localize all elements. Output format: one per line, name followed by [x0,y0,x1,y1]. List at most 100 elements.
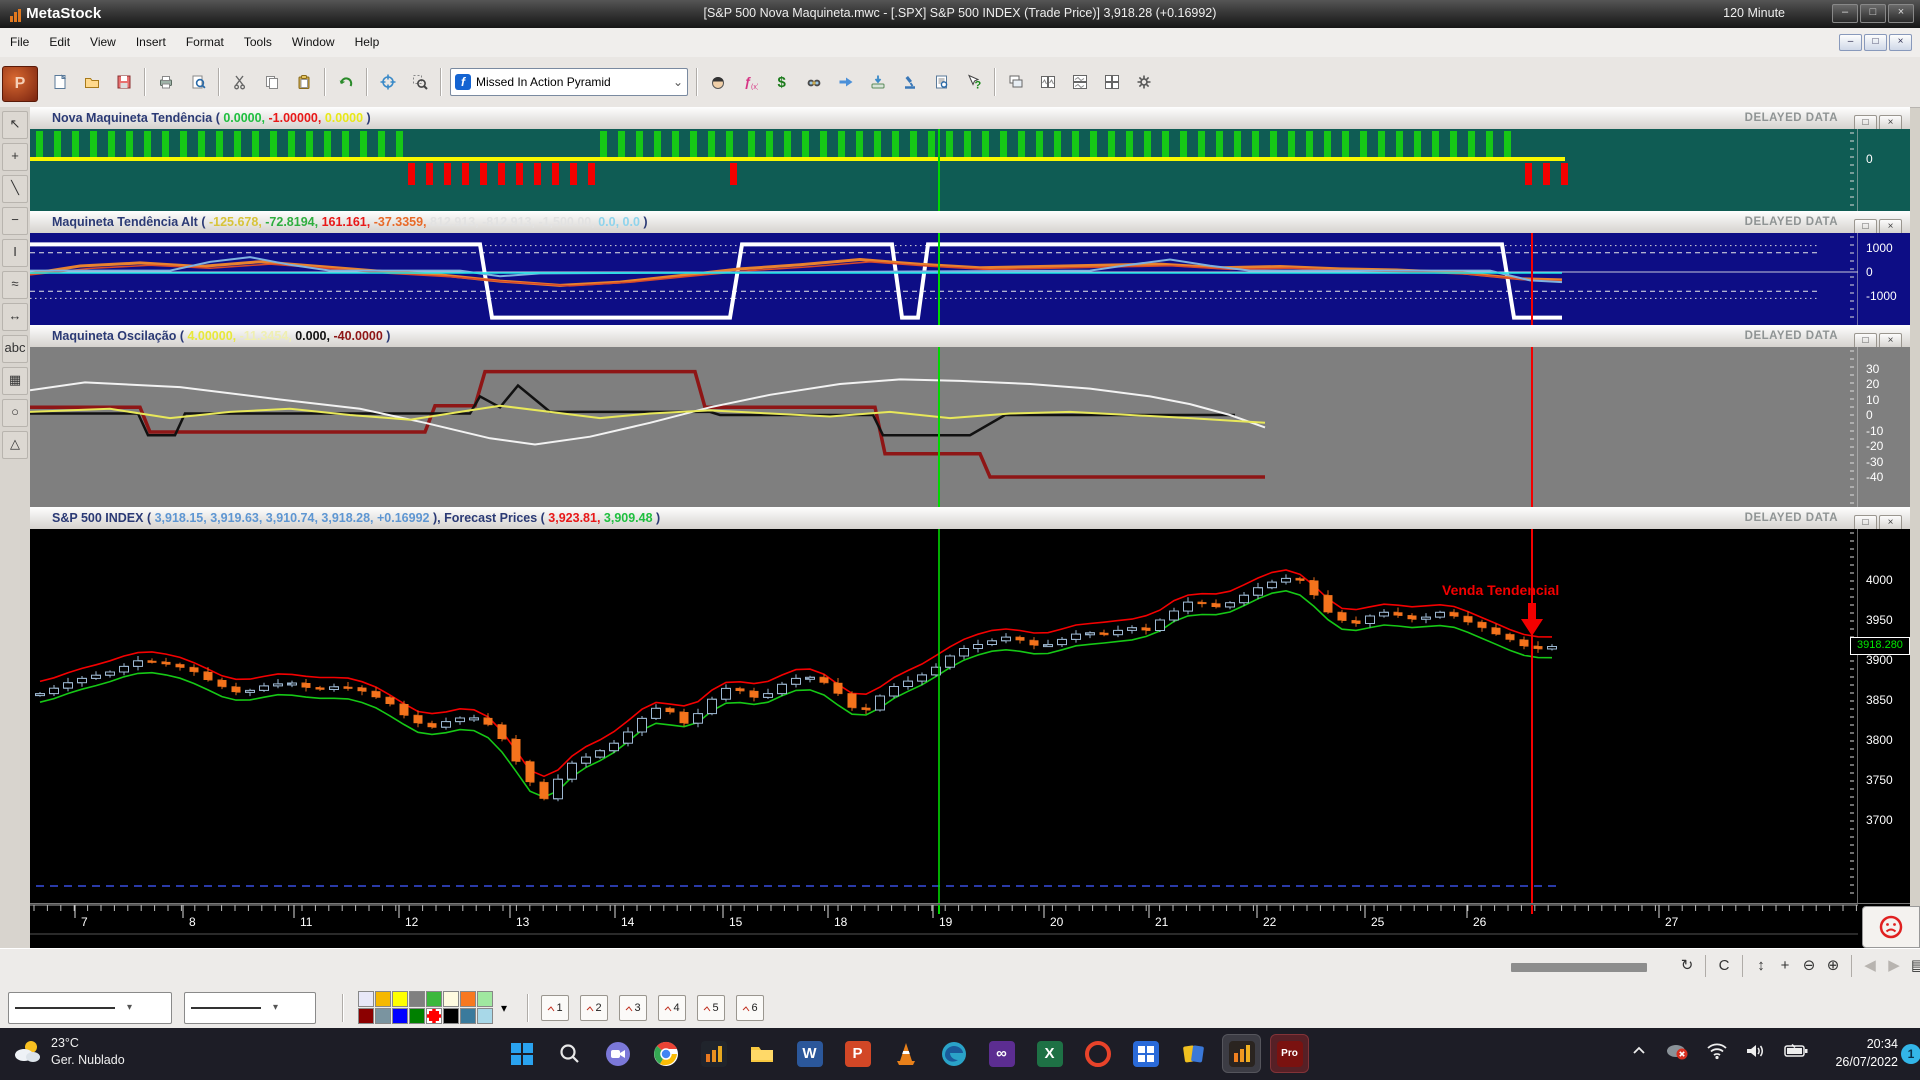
mdi-minimize-button[interactable]: – [1839,34,1862,51]
open-button[interactable] [77,67,107,97]
layout-button-3[interactable]: 3 [619,995,647,1021]
taskbar-app-metastock-downloader[interactable] [695,1035,732,1072]
taskbar-app-browser-red[interactable] [1079,1035,1116,1072]
expert-advisor-button[interactable]: $ [767,67,797,97]
onedrive-error-icon[interactable] [1665,1041,1689,1064]
data-window-button[interactable]: ▤ [1906,954,1920,978]
forward-button[interactable]: ▶ [1882,954,1906,978]
text-tool[interactable]: abc [2,335,28,363]
save-button[interactable] [109,67,139,97]
notification-badge[interactable]: 1 [1901,1044,1920,1064]
cut-button[interactable] [225,67,255,97]
panel-chart-trend[interactable]: 0 [30,129,1910,211]
pan-button[interactable]: + [1773,954,1797,978]
color-swatch[interactable] [477,991,493,1007]
color-swatch[interactable] [426,991,442,1007]
taskbar-app-edge[interactable] [935,1035,972,1072]
paste-button[interactable] [289,67,319,97]
triangle-tool[interactable]: △ [2,431,28,459]
line-style-dropdown[interactable]: ▾ [184,992,316,1024]
line-style-dropdown[interactable]: ▾ [8,992,172,1024]
menu-file[interactable]: File [0,28,39,57]
panel-close-button[interactable]: × [1879,515,1902,530]
color-swatch[interactable] [443,1008,459,1024]
chevron-up-icon[interactable] [1630,1042,1648,1063]
taskbar-app-visual-studio[interactable]: ∞ [983,1035,1020,1072]
taskbar-clock[interactable]: 20:34 26/07/2022 [1806,1035,1898,1071]
new-chart-button[interactable] [45,67,75,97]
color-swatch[interactable] [375,1008,391,1024]
tile-horizontal-button[interactable] [1065,67,1095,97]
forecast-arrow-button[interactable] [831,67,861,97]
report-button[interactable] [927,67,957,97]
system-tester-button[interactable] [895,67,925,97]
close-button[interactable]: × [1888,4,1914,23]
indicator-builder-button[interactable]: ƒ(x) [735,67,765,97]
scan-button[interactable] [799,67,829,97]
wifi-icon[interactable] [1706,1042,1728,1063]
panel-maximize-button[interactable]: □ [1854,333,1877,348]
menu-format[interactable]: Format [176,28,234,57]
taskbar-app-cards-app[interactable] [1175,1035,1212,1072]
color-swatch[interactable] [443,991,459,1007]
copy-button[interactable] [257,67,287,97]
explorer-button[interactable] [703,67,733,97]
zoom-in-button[interactable]: ⊕ [1821,954,1845,978]
taskbar-app-metastock[interactable] [1223,1035,1260,1072]
template-dropdown[interactable]: fMissed In Action Pyramid⌄ [450,68,688,96]
taskbar-app-file-explorer[interactable] [743,1035,780,1072]
trendline-tool[interactable]: ╲ [2,175,28,203]
ellipse-tool[interactable]: ○ [2,399,28,427]
color-swatch[interactable] [477,1008,493,1024]
color-swatch[interactable] [358,991,374,1007]
zoom-out-button[interactable]: ⊖ [1797,954,1821,978]
menu-insert[interactable]: Insert [126,28,176,57]
taskbar-app-powerpoint[interactable]: P [839,1035,876,1072]
mdi-close-button[interactable]: × [1889,34,1912,51]
color-swatch[interactable] [392,1008,408,1024]
menu-help[interactable]: Help [345,28,390,57]
resize-vertical-button[interactable]: ↕ [1749,954,1773,978]
pointer-tool[interactable]: ↖ [2,111,28,139]
panel-chart-alt[interactable]: 10000-1000 [30,233,1910,325]
tile-grid-button[interactable] [1097,67,1127,97]
taskbar-app-chrome[interactable] [647,1035,684,1072]
menu-edit[interactable]: Edit [39,28,80,57]
crosshair-button[interactable] [373,67,403,97]
layout-button-2[interactable]: 2 [580,995,608,1021]
panel-chart-osc[interactable]: 3020100-10-20-30-40 [30,347,1910,507]
palette-dropdown-arrow[interactable]: ▾ [501,1001,507,1015]
layout-button-6[interactable]: 6 [736,995,764,1021]
color-swatch[interactable] [375,991,391,1007]
battery-icon[interactable] [1784,1043,1808,1062]
taskbar-app-app-blue-grid[interactable] [1127,1035,1164,1072]
taskbar-app-word[interactable]: W [791,1035,828,1072]
undo-button[interactable] [331,67,361,97]
color-swatch[interactable] [426,1008,442,1024]
grid-tool[interactable]: ▦ [2,367,28,395]
panel-close-button[interactable]: × [1879,115,1902,130]
volume-icon[interactable] [1745,1042,1767,1063]
horizontal-scrollbar-thumb[interactable] [1511,963,1647,972]
mdi-restore-button[interactable]: □ [1864,34,1887,51]
taskbar-app-teams[interactable] [599,1035,636,1072]
downloader-button[interactable] [863,67,893,97]
back-button[interactable]: ◀ [1858,954,1882,978]
app-p-icon[interactable]: P [2,66,38,102]
print-preview-button[interactable] [183,67,213,97]
minimize-button[interactable]: – [1832,4,1858,23]
wave-tool[interactable]: ≈ [2,271,28,299]
maximize-button[interactable]: □ [1860,4,1886,23]
panel-chart-price[interactable]: Venda Tendencial400039503900385038003750… [30,529,1910,903]
taskbar-app-start[interactable] [503,1035,540,1072]
zoom-select-button[interactable] [405,67,435,97]
context-help-button[interactable]: ? [959,67,989,97]
color-swatch[interactable] [460,1008,476,1024]
menu-window[interactable]: Window [282,28,345,57]
color-swatch[interactable] [392,991,408,1007]
color-swatch[interactable] [409,991,425,1007]
layout-button-5[interactable]: 5 [697,995,725,1021]
panel-maximize-button[interactable]: □ [1854,115,1877,130]
print-button[interactable] [151,67,181,97]
taskbar-app-search[interactable] [551,1035,588,1072]
